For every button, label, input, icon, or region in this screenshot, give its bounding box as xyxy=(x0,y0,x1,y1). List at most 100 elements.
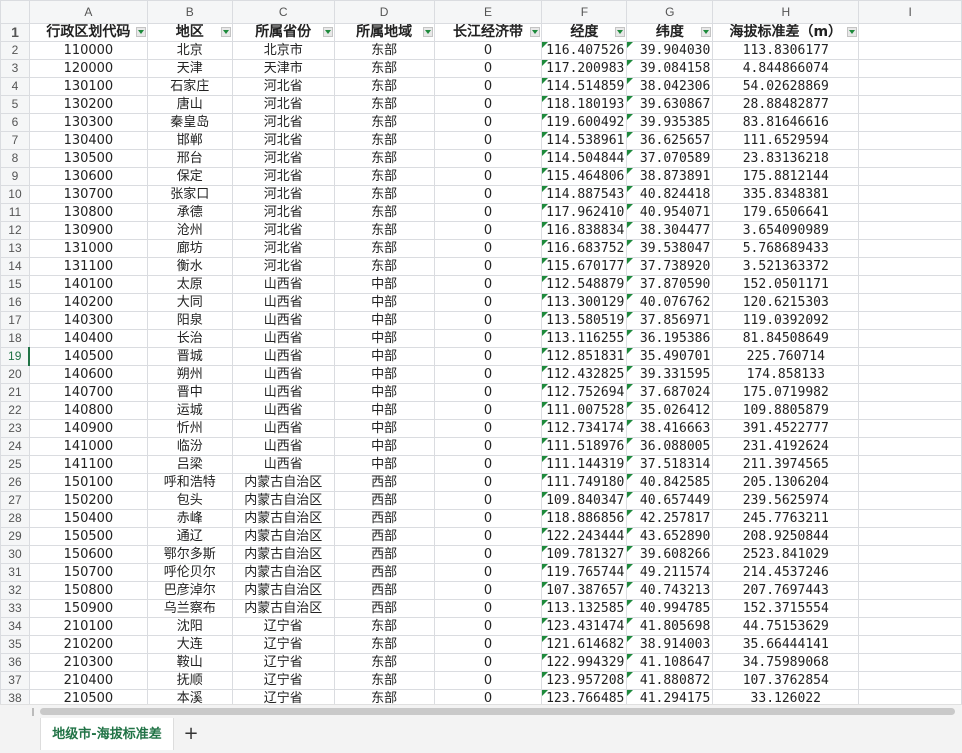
empty-cell[interactable] xyxy=(858,689,962,704)
cell-yangtze[interactable]: 0 xyxy=(433,509,543,528)
cell-region[interactable]: 东部 xyxy=(333,59,435,78)
cell-region[interactable]: 东部 xyxy=(333,149,435,168)
cell-latitude[interactable]: 39.331595 xyxy=(626,365,714,384)
cell-city[interactable]: 吕梁 xyxy=(146,455,233,474)
cell-code[interactable]: 140100 xyxy=(28,275,148,294)
empty-cell[interactable] xyxy=(858,383,962,402)
cell-yangtze[interactable]: 0 xyxy=(433,653,543,672)
cell-yangtze[interactable]: 0 xyxy=(433,59,543,78)
cell-code[interactable]: 150100 xyxy=(28,473,148,492)
cell-latitude[interactable]: 37.856971 xyxy=(626,311,714,330)
filter-dropdown-icon[interactable] xyxy=(615,27,626,37)
header-cell-yangtze[interactable]: 长江经济带 xyxy=(433,23,543,42)
cell-city[interactable]: 鄂尔多斯 xyxy=(146,545,233,564)
cell-code[interactable]: 140800 xyxy=(28,401,148,420)
cell-latitude[interactable]: 38.304477 xyxy=(626,221,714,240)
cell-altitude-sd[interactable]: 152.3715554 xyxy=(712,599,860,618)
cell-code[interactable]: 210500 xyxy=(28,689,148,704)
row-number[interactable]: 35 xyxy=(0,635,30,654)
empty-cell[interactable] xyxy=(858,185,962,204)
cell-code[interactable]: 120000 xyxy=(28,59,148,78)
row-number[interactable]: 21 xyxy=(0,383,30,402)
cell-yangtze[interactable]: 0 xyxy=(433,95,543,114)
cell-region[interactable]: 东部 xyxy=(333,131,435,150)
cell-yangtze[interactable]: 0 xyxy=(433,257,543,276)
cell-altitude-sd[interactable]: 231.4192624 xyxy=(712,437,860,456)
cell-city[interactable]: 赤峰 xyxy=(146,509,233,528)
cell-longitude[interactable]: 115.464806 xyxy=(541,167,628,186)
cell-longitude[interactable]: 114.504844 xyxy=(541,149,628,168)
row-number[interactable]: 6 xyxy=(0,113,30,132)
cell-longitude[interactable]: 119.600492 xyxy=(541,113,628,132)
cell-province[interactable]: 河北省 xyxy=(231,257,335,276)
cell-city[interactable]: 北京 xyxy=(146,41,233,60)
cell-yangtze[interactable]: 0 xyxy=(433,185,543,204)
cell-latitude[interactable]: 39.608266 xyxy=(626,545,714,564)
cell-province[interactable]: 内蒙古自治区 xyxy=(231,473,335,492)
cell-longitude[interactable]: 112.734174 xyxy=(541,419,628,438)
cell-city[interactable]: 包头 xyxy=(146,491,233,510)
cell-altitude-sd[interactable]: 207.7697443 xyxy=(712,581,860,600)
cell-city[interactable]: 长治 xyxy=(146,329,233,348)
cell-province[interactable]: 河北省 xyxy=(231,77,335,96)
cell-code[interactable]: 140400 xyxy=(28,329,148,348)
cell-longitude[interactable]: 111.007528 xyxy=(541,401,628,420)
column-header-d[interactable]: D xyxy=(333,0,435,24)
cell-altitude-sd[interactable]: 23.83136218 xyxy=(712,149,860,168)
row-number[interactable]: 36 xyxy=(0,653,30,672)
cell-city[interactable]: 晋中 xyxy=(146,383,233,402)
cell-region[interactable]: 东部 xyxy=(333,95,435,114)
cell-province[interactable]: 山西省 xyxy=(231,329,335,348)
empty-cell[interactable] xyxy=(858,113,962,132)
cell-longitude[interactable]: 111.144319 xyxy=(541,455,628,474)
cell-province[interactable]: 河北省 xyxy=(231,113,335,132)
cell-yangtze[interactable]: 0 xyxy=(433,113,543,132)
cell-altitude-sd[interactable]: 211.3974565 xyxy=(712,455,860,474)
header-cell-region[interactable]: 所属地域 xyxy=(333,23,435,42)
cell-code[interactable]: 150700 xyxy=(28,563,148,582)
cell-region[interactable]: 中部 xyxy=(333,401,435,420)
cell-region[interactable]: 中部 xyxy=(333,347,435,366)
cell-region[interactable]: 西部 xyxy=(333,563,435,582)
cell-longitude[interactable]: 112.548879 xyxy=(541,275,628,294)
cell-yangtze[interactable]: 0 xyxy=(433,221,543,240)
cell-region[interactable]: 东部 xyxy=(333,689,435,704)
cell-region[interactable]: 中部 xyxy=(333,293,435,312)
empty-cell[interactable] xyxy=(858,509,962,528)
column-header-i[interactable]: I xyxy=(858,0,962,24)
cell-city[interactable]: 本溪 xyxy=(146,689,233,704)
cell-latitude[interactable]: 36.195386 xyxy=(626,329,714,348)
row-number[interactable]: 5 xyxy=(0,95,30,114)
cell-yangtze[interactable]: 0 xyxy=(433,473,543,492)
cell-province[interactable]: 内蒙古自治区 xyxy=(231,545,335,564)
empty-cell[interactable] xyxy=(858,401,962,420)
row-number[interactable]: 8 xyxy=(0,149,30,168)
cell-province[interactable]: 河北省 xyxy=(231,221,335,240)
cell-code[interactable]: 210200 xyxy=(28,635,148,654)
empty-cell[interactable] xyxy=(858,239,962,258)
cell-city[interactable]: 邢台 xyxy=(146,149,233,168)
cell-longitude[interactable]: 113.580519 xyxy=(541,311,628,330)
cell-altitude-sd[interactable]: 214.4537246 xyxy=(712,563,860,582)
empty-cell[interactable] xyxy=(858,59,962,78)
cell-city[interactable]: 保定 xyxy=(146,167,233,186)
cell-province[interactable]: 河北省 xyxy=(231,239,335,258)
cell-yangtze[interactable]: 0 xyxy=(433,311,543,330)
cell-longitude[interactable]: 122.994329 xyxy=(541,653,628,672)
header-cell-province[interactable]: 所属省份 xyxy=(231,23,335,42)
cell-latitude[interactable]: 36.088005 xyxy=(626,437,714,456)
column-header-b[interactable]: B xyxy=(146,0,233,24)
cell-city[interactable]: 张家口 xyxy=(146,185,233,204)
row-number[interactable]: 34 xyxy=(0,617,30,636)
column-header-a[interactable]: A xyxy=(28,0,148,24)
empty-cell[interactable] xyxy=(858,149,962,168)
cell-altitude-sd[interactable]: 5.768689433 xyxy=(712,239,860,258)
row-number[interactable]: 33 xyxy=(0,599,30,618)
cell-region[interactable]: 东部 xyxy=(333,671,435,690)
cell-yangtze[interactable]: 0 xyxy=(433,437,543,456)
cell-region[interactable]: 东部 xyxy=(333,221,435,240)
cell-longitude[interactable]: 123.431474 xyxy=(541,617,628,636)
cell-latitude[interactable]: 38.416663 xyxy=(626,419,714,438)
cell-province[interactable]: 山西省 xyxy=(231,383,335,402)
cell-yangtze[interactable]: 0 xyxy=(433,329,543,348)
